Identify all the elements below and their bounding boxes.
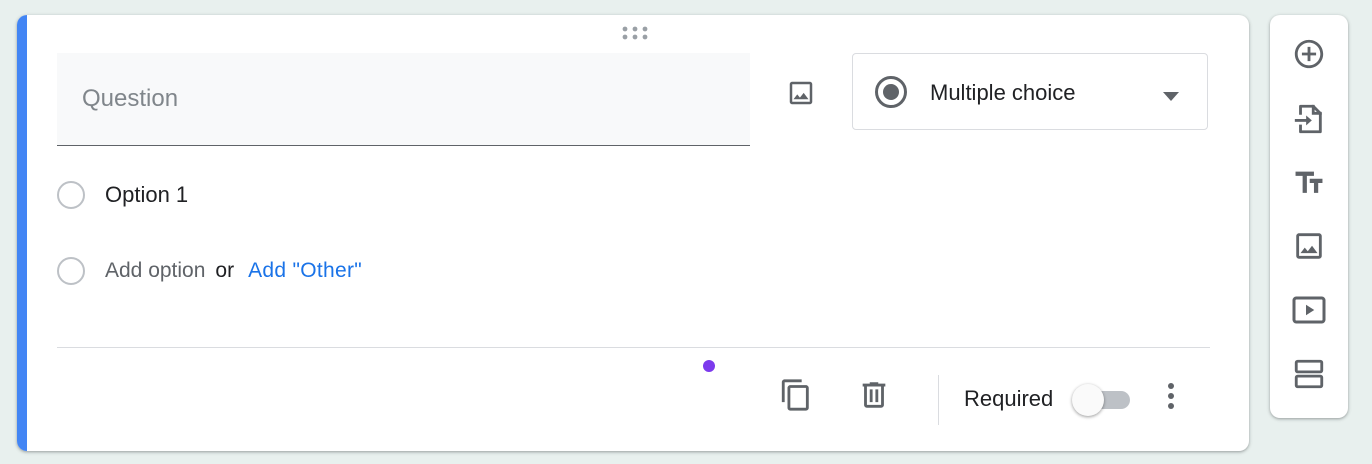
- toggle-thumb: [1072, 384, 1104, 416]
- add-other-link[interactable]: Add "Other": [248, 259, 362, 283]
- image-icon: [786, 78, 816, 113]
- add-image-button[interactable]: [779, 73, 823, 117]
- question-type-label: Multiple choice: [930, 80, 1076, 105]
- add-video-button[interactable]: [1287, 290, 1331, 334]
- option-label[interactable]: Option 1: [105, 182, 188, 208]
- required-toggle[interactable]: [1072, 384, 1134, 416]
- footer-divider: [57, 347, 1210, 348]
- question-title-field[interactable]: [57, 53, 750, 146]
- import-questions-icon: [1292, 102, 1326, 141]
- more-vertical-icon: [1166, 381, 1176, 416]
- question-type-dropdown[interactable]: Multiple choice: [852, 53, 1208, 130]
- indicator-dot: [703, 360, 715, 372]
- radio-button-checked-icon: [873, 74, 909, 115]
- add-section-button[interactable]: [1287, 354, 1331, 398]
- duplicate-button[interactable]: [774, 375, 818, 419]
- card-focus-accent: [17, 15, 27, 451]
- add-option-row: Add option or Add "Other": [57, 254, 362, 288]
- add-title-button[interactable]: [1287, 163, 1331, 207]
- more-options-button[interactable]: [1149, 376, 1193, 420]
- title-text-icon: [1292, 166, 1326, 205]
- add-question-button[interactable]: [1287, 34, 1331, 78]
- video-icon: [1291, 292, 1327, 333]
- floating-toolbar: [1270, 15, 1348, 418]
- dropdown-caret-icon: [1163, 88, 1179, 106]
- option-radio-icon: [57, 181, 85, 209]
- trash-icon: [857, 378, 891, 417]
- add-image-toolbar-button[interactable]: [1287, 226, 1331, 270]
- or-text: or: [215, 259, 235, 282]
- import-questions-button[interactable]: [1287, 99, 1331, 143]
- required-label: Required: [964, 386, 1054, 411]
- add-option-input[interactable]: Add option: [105, 259, 205, 283]
- footer-separator: [938, 375, 939, 425]
- question-card[interactable]: Multiple choice Option 1 Add option or A…: [17, 15, 1249, 451]
- section-icon: [1292, 357, 1326, 396]
- add-circle-icon: [1292, 37, 1326, 76]
- drag-handle-icon[interactable]: [621, 25, 649, 41]
- question-input[interactable]: [57, 53, 750, 145]
- option-row[interactable]: Option 1: [57, 178, 188, 212]
- image-icon: [1292, 229, 1326, 268]
- option-radio-icon: [57, 257, 85, 285]
- delete-button[interactable]: [852, 375, 896, 419]
- content-copy-icon: [779, 378, 813, 417]
